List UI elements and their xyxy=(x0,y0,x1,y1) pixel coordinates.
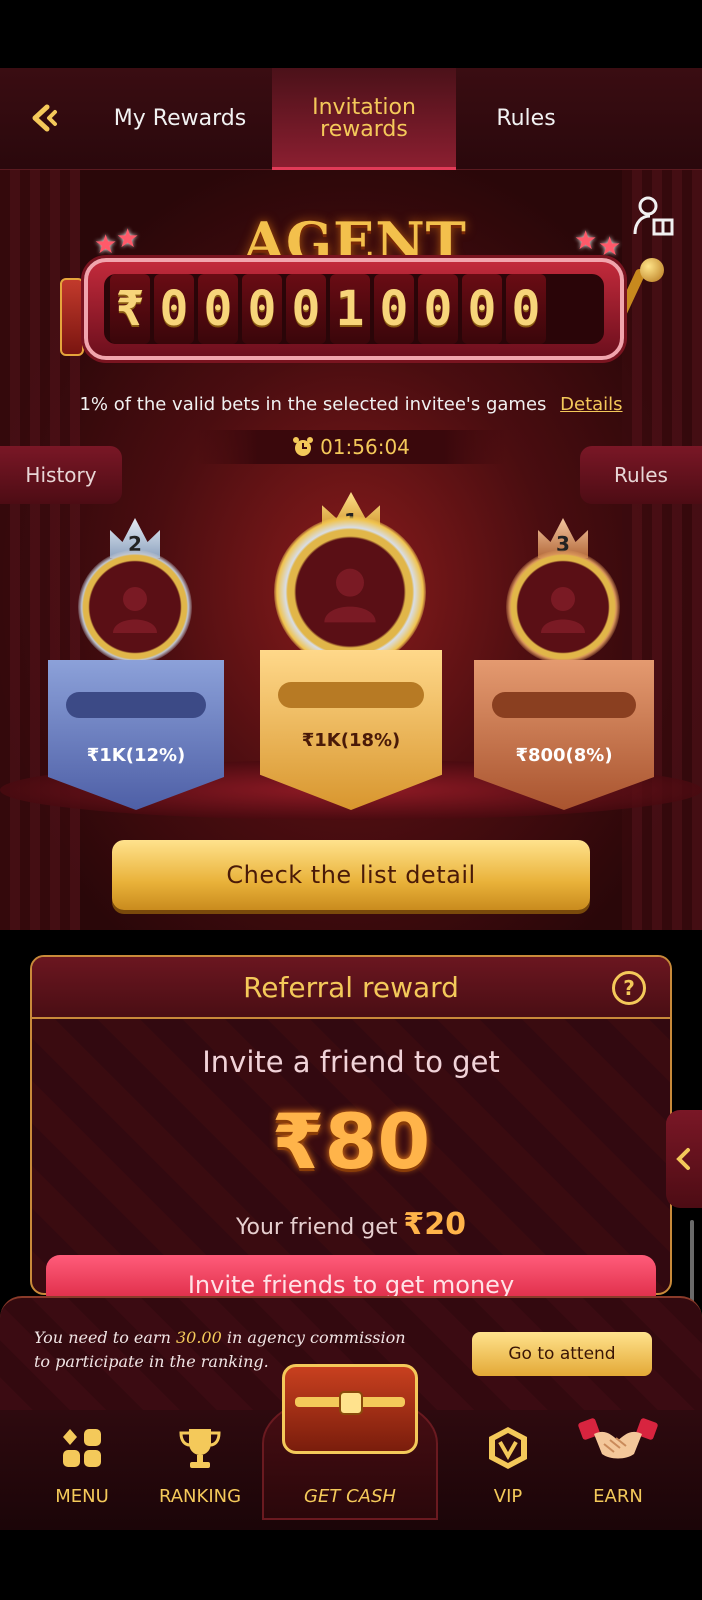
tab-invitation-rewards-label-line2: rewards xyxy=(320,117,408,142)
check-list-detail-label: Check the list detail xyxy=(226,861,476,889)
jackpot-digit: 0 xyxy=(198,274,238,344)
rank-1-avatar-icon xyxy=(324,568,376,623)
jackpot-rules-button-label: Rules xyxy=(614,463,668,487)
rank-1-plaque: ₹1K(18%) xyxy=(260,650,442,810)
menu-grid-icon xyxy=(58,1424,106,1472)
treasure-chest-icon[interactable] xyxy=(282,1364,418,1454)
handshake-icon xyxy=(578,1414,658,1468)
rank-2-plaque: ₹1K(12%) xyxy=(48,660,224,810)
nav-earn-label: EARN xyxy=(593,1486,643,1507)
tab-invitation-rewards-label-line1: Invitation xyxy=(312,95,416,120)
rank-3-plaque: ₹800(8%) xyxy=(474,660,654,810)
nav-menu-label: MENU xyxy=(55,1486,109,1507)
trophy-icon xyxy=(176,1424,224,1472)
tab-rules-label: Rules xyxy=(496,106,556,131)
jackpot-counter: ₹ 0 0 0 0 1 0 0 0 0 xyxy=(84,258,624,360)
go-to-attend-label: Go to attend xyxy=(508,1344,616,1364)
firecracker-icon xyxy=(60,278,84,356)
jackpot-digit: 1 xyxy=(330,274,370,344)
rank-2-card[interactable]: 2 ₹1K(12%) xyxy=(40,510,230,810)
rank-3-name-bar xyxy=(492,692,636,718)
tab-rules[interactable]: Rules xyxy=(456,68,596,170)
rank-1-name-bar xyxy=(278,682,424,708)
agent-jackpot-section: ★ ★ ★ ★ AGENT JACKPOT ₹ 0 0 0 0 1 0 0 0 … xyxy=(0,170,702,930)
referral-friend-amount: ₹20 xyxy=(403,1207,467,1242)
referral-reward-card: Referral reward ? Invite a friend to get… xyxy=(30,955,672,1295)
referral-title: Referral reward xyxy=(243,970,459,1004)
referral-amount: ₹80 xyxy=(271,1097,431,1186)
scrollbar[interactable] xyxy=(690,1220,694,1310)
countdown-value: 01:56:04 xyxy=(320,435,410,459)
rank-2-avatar-icon xyxy=(113,587,157,633)
back-button[interactable] xyxy=(22,96,66,140)
nav-get-cash-label: GET CASH xyxy=(304,1486,396,1507)
page: My Rewards Invitation rewards Rules ★ ★ … xyxy=(0,0,702,1600)
tab-my-rewards-label: My Rewards xyxy=(113,106,247,131)
rank-2-name-bar xyxy=(66,692,206,718)
slot-lever-knob-icon xyxy=(640,258,664,282)
nav-ranking[interactable]: RANKING xyxy=(140,1410,260,1530)
agent-gift-icon[interactable] xyxy=(632,194,676,238)
notice-commission-amount: 30.00 xyxy=(175,1328,222,1347)
top-tab-bar: My Rewards Invitation rewards Rules xyxy=(0,68,702,170)
referral-invite-text: Invite a friend to get xyxy=(202,1045,500,1079)
side-drawer-tab[interactable] xyxy=(666,1110,702,1208)
jackpot-description: 1% of the valid bets in the selected inv… xyxy=(0,394,702,415)
star-decoration-icon: ★ xyxy=(94,230,118,260)
chest-lock-icon xyxy=(339,1391,363,1415)
rank-3-card[interactable]: 3 ₹800(8%) xyxy=(466,510,662,810)
go-to-attend-button[interactable]: Go to attend xyxy=(472,1332,652,1376)
rank-3-value: ₹800(8%) xyxy=(515,744,613,766)
referral-header: Referral reward ? xyxy=(32,957,670,1019)
referral-friend-text: Your friend get ₹20 xyxy=(32,1207,670,1242)
jackpot-rules-button[interactable]: Rules xyxy=(580,446,702,504)
nav-earn[interactable]: EARN xyxy=(558,1410,678,1530)
jackpot-digit: 0 xyxy=(462,274,502,344)
jackpot-currency: ₹ xyxy=(110,274,150,344)
rank-1-avatar-frame xyxy=(274,516,426,668)
countdown-timer: 01:56:04 xyxy=(196,430,506,464)
check-list-detail-button[interactable]: Check the list detail xyxy=(112,840,590,910)
tab-my-rewards[interactable]: My Rewards xyxy=(92,68,268,170)
nav-ranking-label: RANKING xyxy=(158,1486,242,1507)
vip-badge-icon xyxy=(484,1424,532,1472)
referral-friend-label: Your friend get xyxy=(235,1215,398,1240)
system-bottom-bar xyxy=(0,1530,702,1600)
jackpot-digit: 0 xyxy=(506,274,546,344)
notice-text-part: You need to earn xyxy=(34,1328,176,1347)
chevron-left-icon xyxy=(676,1148,690,1170)
nav-menu[interactable]: MENU xyxy=(22,1410,142,1530)
rank-3-avatar-frame xyxy=(506,550,620,664)
jackpot-description-text: 1% of the valid bets in the selected inv… xyxy=(79,394,547,415)
nav-vip-label: VIP xyxy=(493,1486,523,1507)
nav-vip[interactable]: VIP xyxy=(448,1410,568,1530)
alarm-clock-icon xyxy=(293,437,314,456)
history-button[interactable]: History xyxy=(0,446,122,504)
back-arrow-icon xyxy=(32,104,57,132)
rank-1-value: ₹1K(18%) xyxy=(301,729,401,751)
jackpot-digit: 0 xyxy=(154,274,194,344)
jackpot-digit: 0 xyxy=(242,274,282,344)
jackpot-digit: 0 xyxy=(286,274,326,344)
rank-2-value: ₹1K(12%) xyxy=(86,744,186,766)
invite-friends-button-label: Invite friends to get money xyxy=(187,1271,515,1299)
details-link[interactable]: Details xyxy=(560,394,622,415)
rank-3-avatar-icon xyxy=(541,587,585,633)
rank-2-avatar-frame xyxy=(78,550,192,664)
jackpot-digit: 0 xyxy=(418,274,458,344)
jackpot-digit: 0 xyxy=(374,274,414,344)
help-question-icon[interactable]: ? xyxy=(612,971,646,1005)
tab-invitation-rewards[interactable]: Invitation rewards xyxy=(272,68,456,170)
rank-1-card[interactable]: 1 ₹1K(18%) xyxy=(252,488,448,810)
history-button-label: History xyxy=(25,463,97,487)
